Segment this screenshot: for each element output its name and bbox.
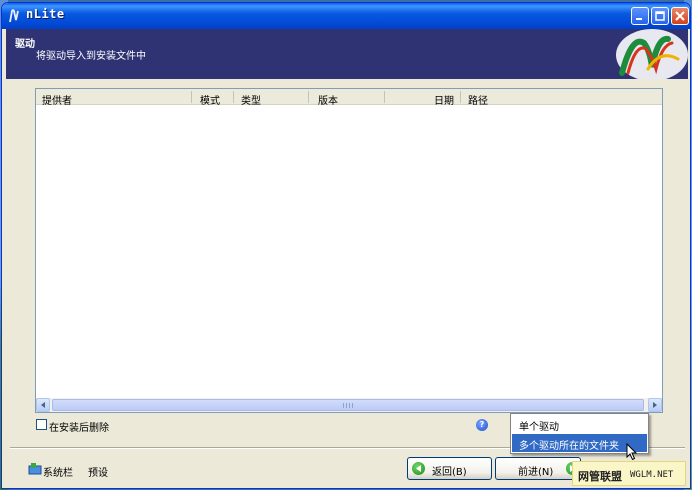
back-button-label: 返回(B) — [432, 467, 467, 478]
window-title: nLite — [26, 7, 65, 21]
back-button[interactable]: 返回(B) — [407, 457, 492, 480]
arrow-right-icon — [653, 402, 657, 408]
back-arrow-icon — [412, 462, 425, 475]
page-subtitle: 将驱动导入到安装文件中 — [36, 51, 146, 62]
horizontal-scrollbar[interactable] — [36, 398, 662, 412]
column-separator[interactable] — [384, 91, 385, 103]
arrow-left-icon — [41, 402, 45, 408]
next-button-label: 前进(N) — [518, 467, 554, 478]
scroll-left-button[interactable] — [36, 398, 50, 412]
minimize-icon — [636, 18, 642, 20]
system-tray-icon[interactable] — [28, 462, 42, 475]
delete-after-install-label[interactable]: 在安装后删除 — [49, 419, 109, 434]
close-button[interactable] — [671, 7, 689, 25]
column-provider[interactable]: 提供者 — [42, 92, 72, 107]
nlite-app-icon — [9, 9, 19, 23]
watermark: 网管联盟 WGLM.NET — [572, 461, 686, 486]
column-path[interactable]: 路径 — [468, 92, 488, 107]
minimize-button[interactable] — [631, 7, 649, 25]
column-separator[interactable] — [460, 91, 461, 103]
column-separator[interactable] — [308, 91, 309, 103]
scrollbar-grip — [343, 403, 355, 408]
watermark-chinese: 网管联盟 — [578, 470, 622, 483]
close-icon — [675, 11, 685, 21]
help-icon[interactable]: ? — [476, 419, 488, 431]
page-title: 驱动 — [15, 39, 35, 50]
presets-link[interactable]: 预设 — [88, 464, 108, 479]
mouse-cursor-icon — [626, 443, 638, 461]
scroll-right-button[interactable] — [648, 398, 662, 412]
column-separator[interactable] — [191, 91, 192, 103]
page-header-banner: 驱动 将驱动导入到安装文件中 — [6, 29, 688, 79]
menu-item-single-driver[interactable]: 单个驱动 — [512, 415, 647, 433]
delete-after-install-checkbox[interactable] — [36, 419, 47, 430]
driver-list-header: 提供者 模式 类型 版本 日期 路径 — [36, 89, 662, 107]
driver-list[interactable]: 提供者 模式 类型 版本 日期 路径 — [35, 88, 663, 413]
column-mode[interactable]: 模式 — [200, 92, 220, 107]
next-button[interactable]: 前进(N) — [495, 457, 581, 480]
column-type[interactable]: 类型 — [241, 92, 261, 107]
scrollbar-thumb[interactable] — [52, 399, 644, 411]
title-bar[interactable]: nLite — [2, 3, 690, 29]
column-separator[interactable] — [233, 91, 234, 103]
system-tray-link[interactable]: 系统栏 — [43, 464, 73, 479]
watermark-english: WGLM.NET — [630, 470, 674, 480]
maximize-button[interactable] — [651, 7, 669, 25]
nlite-logo — [616, 29, 688, 79]
nlite-window: nLite 驱动 将驱动导入到安装文件中 提供者 模式 类型 版本 日期 路径 … — [1, 2, 691, 489]
column-version[interactable]: 版本 — [318, 92, 338, 107]
maximize-icon — [655, 11, 665, 21]
column-date[interactable]: 日期 — [434, 92, 454, 107]
